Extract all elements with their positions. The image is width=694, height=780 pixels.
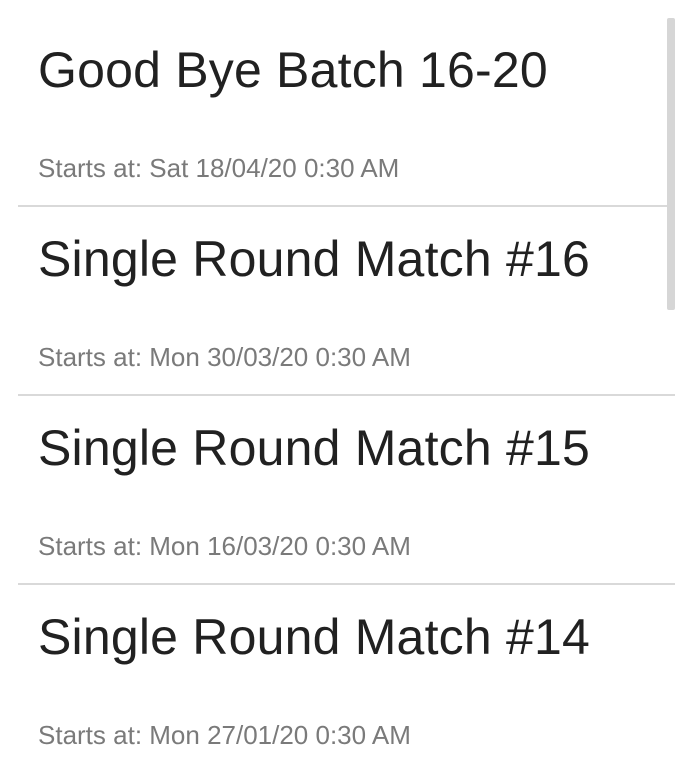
list-item-match[interactable]: Good Bye Batch 16-20 Starts at: Sat 18/0… xyxy=(18,18,675,207)
match-start-time: Starts at: Mon 16/03/20 0:30 AM xyxy=(38,531,411,561)
match-list: Good Bye Batch 16-20 Starts at: Sat 18/0… xyxy=(0,0,694,780)
scrollbar[interactable] xyxy=(667,18,675,310)
scrollbar-thumb[interactable] xyxy=(667,18,675,310)
match-start-time: Starts at: Mon 27/01/20 0:30 AM xyxy=(38,720,411,750)
match-start-time: Starts at: Mon 30/03/20 0:30 AM xyxy=(38,342,411,372)
match-title: Single Round Match #14 xyxy=(38,609,590,665)
match-start-time: Starts at: Sat 18/04/20 0:30 AM xyxy=(38,153,400,183)
list-item-match[interactable]: Single Round Match #15 Starts at: Mon 16… xyxy=(18,396,675,585)
list-item-match[interactable]: Single Round Match #16 Starts at: Mon 30… xyxy=(18,207,675,396)
list-item-match[interactable]: Single Round Match #14 Starts at: Mon 27… xyxy=(18,585,675,774)
match-title: Single Round Match #16 xyxy=(38,231,590,287)
match-title: Single Round Match #15 xyxy=(38,420,590,476)
match-title: Good Bye Batch 16-20 xyxy=(38,42,548,98)
